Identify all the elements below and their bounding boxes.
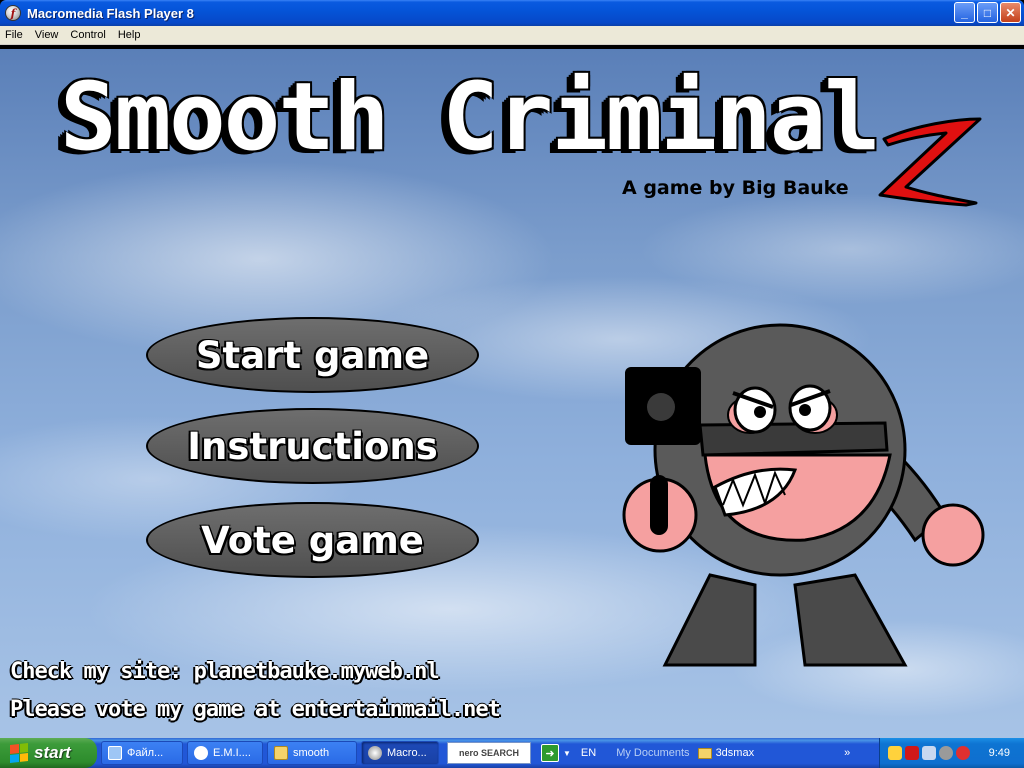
- byline: A game by Big Bauke: [622, 177, 849, 199]
- maximize-button[interactable]: □: [977, 2, 998, 23]
- explorer-icon: [108, 746, 122, 760]
- start-label: start: [34, 743, 71, 762]
- toolbar-overflow-chevron[interactable]: »: [844, 747, 850, 759]
- close-button[interactable]: ✕: [1000, 2, 1021, 23]
- taskbar-item-label: Macro...: [387, 747, 427, 759]
- security-shield-icon[interactable]: [956, 746, 970, 760]
- mask-band: [698, 421, 889, 457]
- menu-view[interactable]: View: [29, 29, 65, 41]
- right-leg: [793, 573, 908, 667]
- left-leg: [662, 573, 757, 667]
- windows-logo-icon: [10, 743, 28, 763]
- window-title-bar[interactable]: f Macromedia Flash Player 8 _ □ ✕: [0, 0, 1024, 26]
- taskbar-item-label: smooth: [293, 747, 330, 759]
- taskbar-item-explorer[interactable]: Файл...: [101, 741, 183, 765]
- taskbar-item-folder[interactable]: smooth: [267, 741, 357, 765]
- network-icon[interactable]: [922, 746, 936, 760]
- volume-icon[interactable]: [939, 746, 953, 760]
- minimize-button[interactable]: _: [954, 2, 975, 23]
- back-hand: [921, 503, 985, 567]
- menu-help[interactable]: Help: [112, 29, 147, 41]
- gun-barrel: [647, 393, 675, 421]
- taskbar-item-label: Файл...: [127, 747, 164, 759]
- flash-player-icon: f: [5, 5, 21, 21]
- taskbar: start Файл... E.M.I.... smooth Macro... …: [0, 738, 1024, 768]
- start-game-button[interactable]: Start game: [146, 317, 479, 393]
- gun-grip: [650, 475, 668, 535]
- window-title: Macromedia Flash Player 8: [27, 5, 194, 21]
- tray-app-icon[interactable]: [888, 746, 902, 760]
- chat-icon: [194, 746, 208, 760]
- go-arrow-icon[interactable]: ➜: [541, 744, 559, 762]
- language-indicator[interactable]: EN: [581, 747, 596, 759]
- my-documents-link[interactable]: My Documents: [616, 747, 689, 759]
- antivirus-icon[interactable]: [905, 746, 919, 760]
- taskbar-item-flash-player[interactable]: Macro...: [361, 741, 439, 765]
- sequel-number-mark: 2: [876, 115, 982, 207]
- vote-game-button[interactable]: Vote game: [146, 502, 479, 578]
- start-button[interactable]: start: [0, 738, 97, 768]
- site-link-text[interactable]: Check my site: planetbauke.myweb.nl: [10, 659, 440, 684]
- game-stage: Smooth Criminal 2 A game by Big Bauke St…: [0, 49, 1024, 738]
- dropdown-arrow-icon[interactable]: ▼: [563, 749, 571, 758]
- window-controls: _ □ ✕: [954, 2, 1021, 23]
- menu-control[interactable]: Control: [64, 29, 111, 41]
- sequel-number: 2: [876, 115, 877, 116]
- folder-link-label: 3dsmax: [715, 747, 755, 759]
- nero-search-box[interactable]: nero SEARCH: [447, 742, 531, 764]
- instructions-button[interactable]: Instructions: [146, 408, 479, 484]
- system-tray: 9:49: [879, 738, 1024, 768]
- menu-bar: File View Control Help: [0, 26, 1024, 45]
- flash-player-icon: [368, 746, 382, 760]
- taskbar-item-chat[interactable]: E.M.I....: [187, 741, 263, 765]
- folder-icon: [274, 746, 288, 760]
- folder-link-3dsmax[interactable]: 3dsmax: [697, 747, 755, 759]
- game-title: Smooth Criminal: [60, 63, 881, 172]
- criminal-character: [622, 323, 985, 667]
- folder-icon: [697, 747, 712, 759]
- vote-link-text[interactable]: Please vote my game at entertainmail.net: [10, 697, 501, 722]
- menu-file[interactable]: File: [0, 29, 29, 41]
- clock: 9:49: [988, 747, 1010, 759]
- taskbar-item-label: E.M.I....: [213, 747, 251, 759]
